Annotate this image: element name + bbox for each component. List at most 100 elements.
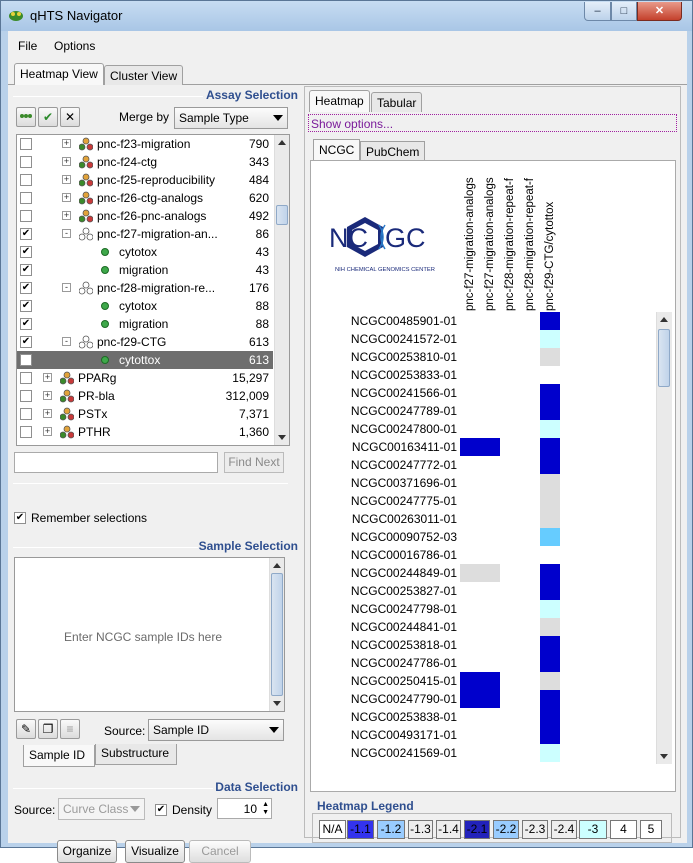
minimize-button[interactable]: ‒ — [584, 2, 611, 21]
tree-row[interactable]: ✔ - pnc-f27-migration-an... 86 — [17, 225, 273, 243]
menu-options[interactable]: Options — [54, 39, 95, 53]
title-bar[interactable]: qHTS Navigator ‒ □ ✕ — [1, 1, 692, 31]
heatmap-cell[interactable] — [460, 438, 480, 456]
tab-heatmap[interactable]: Heatmap — [309, 90, 370, 112]
heatmap-cell[interactable] — [540, 330, 560, 348]
tree-checkbox[interactable] — [20, 156, 32, 168]
close-button[interactable]: ✕ — [637, 2, 682, 21]
tree-checkbox[interactable] — [20, 138, 32, 150]
heatmap-cell[interactable] — [540, 726, 560, 744]
scroll-up-icon[interactable] — [660, 317, 668, 322]
tree-checkbox[interactable] — [20, 408, 32, 420]
collapse-icon[interactable]: - — [62, 283, 71, 292]
clear-list-button[interactable]: ≡ — [60, 719, 80, 739]
assay-tree-scrollbar[interactable] — [274, 135, 289, 445]
heatmap-cell[interactable] — [480, 672, 500, 690]
spin-up-icon[interactable]: ▲ — [262, 801, 269, 808]
heatmap-cell[interactable] — [480, 690, 500, 708]
scroll-down-icon[interactable] — [278, 435, 286, 440]
heatmap-cell[interactable] — [540, 510, 560, 528]
expand-icon[interactable]: + — [43, 391, 52, 400]
tree-row[interactable]: ✔ migration 88 — [17, 315, 273, 333]
tree-checkbox[interactable]: ✔ — [20, 354, 32, 366]
density-checkbox[interactable]: ✔ — [155, 804, 167, 816]
tree-row[interactable]: ✔ - pnc-f28-migration-re... 176 — [17, 279, 273, 297]
heatmap-cell[interactable] — [540, 744, 560, 762]
density-spinner[interactable]: 10 ▲ ▼ — [217, 798, 272, 819]
tree-row[interactable]: + pnc-f26-pnc-analogs 492 — [17, 207, 273, 225]
tree-checkbox[interactable]: ✔ — [20, 300, 32, 312]
tree-row[interactable]: + PPARg 15,297 — [17, 369, 273, 387]
scroll-up-icon[interactable] — [273, 563, 281, 568]
maximize-button[interactable]: □ — [611, 2, 637, 21]
clear-all-button[interactable]: ✕ — [60, 107, 80, 127]
remember-selections-checkbox[interactable]: ✔ — [14, 512, 26, 524]
tree-row[interactable]: + pnc-f23-migration 790 — [17, 135, 273, 153]
show-options-link[interactable]: Show options... — [308, 114, 677, 132]
tree-row[interactable]: + PR-bla 312,009 — [17, 387, 273, 405]
tab-ncgc[interactable]: NCGC — [313, 139, 361, 161]
collapse-icon[interactable]: - — [62, 229, 71, 238]
tree-checkbox[interactable]: ✔ — [20, 318, 32, 330]
heatmap-cell[interactable] — [460, 690, 480, 708]
tree-row[interactable]: + pnc-f26-ctg-analogs 620 — [17, 189, 273, 207]
tree-checkbox[interactable] — [20, 426, 32, 438]
edit-button[interactable]: ✎ — [16, 719, 36, 739]
tree-checkbox[interactable] — [20, 192, 32, 204]
cancel-button[interactable]: Cancel — [189, 840, 251, 863]
expand-icon[interactable]: + — [62, 139, 71, 148]
tree-row[interactable]: ✔ cytotox 43 — [17, 243, 273, 261]
scroll-thumb[interactable] — [658, 329, 670, 387]
tree-row[interactable]: + pnc-f25-reproducibility 484 — [17, 171, 273, 189]
heatmap-cell[interactable] — [540, 654, 560, 672]
find-input[interactable] — [14, 452, 218, 473]
tree-checkbox[interactable]: ✔ — [20, 336, 32, 348]
heatmap-cell[interactable] — [540, 420, 560, 438]
spin-down-icon[interactable]: ▼ — [262, 809, 269, 816]
heatmap-cell[interactable] — [540, 528, 560, 546]
menu-file[interactable]: File — [18, 39, 37, 53]
merge-by-select[interactable]: Sample Type — [174, 107, 288, 129]
organize-button[interactable]: Organize — [57, 840, 117, 863]
heatmap-scrollbar[interactable] — [656, 312, 672, 764]
heatmap-cell[interactable] — [540, 708, 560, 726]
heatmap-cell[interactable] — [540, 474, 560, 492]
sample-source-select[interactable]: Sample ID — [148, 719, 284, 741]
tree-checkbox[interactable] — [20, 174, 32, 186]
heatmap-cell[interactable] — [540, 582, 560, 600]
tree-row[interactable]: + PTHR 1,360 — [17, 423, 273, 441]
tree-row[interactable]: ✔ cytottox 613 — [17, 351, 273, 369]
heatmap-cell[interactable] — [540, 636, 560, 654]
tree-checkbox[interactable] — [20, 372, 32, 384]
heatmap-cell[interactable] — [540, 672, 560, 690]
visualize-button[interactable]: Visualize — [125, 840, 185, 863]
check-all-button[interactable]: ✔ — [38, 107, 58, 127]
tree-checkbox[interactable] — [20, 210, 32, 222]
tree-checkbox[interactable]: ✔ — [20, 264, 32, 276]
tree-row[interactable]: + PSTx 7,371 — [17, 405, 273, 423]
sample-id-textarea[interactable]: Enter NCGC sample IDs here — [14, 557, 285, 712]
scroll-thumb[interactable] — [276, 205, 288, 225]
expand-icon[interactable]: + — [62, 157, 71, 166]
expand-icon[interactable]: + — [43, 373, 52, 382]
tree-row[interactable]: + pnc-f24-ctg 343 — [17, 153, 273, 171]
tree-checkbox[interactable]: ✔ — [20, 282, 32, 294]
expand-icon[interactable]: + — [62, 175, 71, 184]
heatmap-cell[interactable] — [540, 690, 560, 708]
heatmap-cell[interactable] — [460, 564, 480, 582]
heatmap-cell[interactable] — [540, 348, 560, 366]
heatmap-cell[interactable] — [540, 564, 560, 582]
scroll-down-icon[interactable] — [660, 754, 668, 759]
tree-checkbox[interactable]: ✔ — [20, 228, 32, 240]
tab-tabular[interactable]: Tabular — [371, 92, 423, 112]
data-source-select[interactable]: Curve Class — [58, 798, 145, 820]
heatmap-cell[interactable] — [460, 672, 480, 690]
scroll-thumb[interactable] — [271, 573, 283, 696]
tab-cluster-view[interactable]: Cluster View — [104, 65, 184, 85]
heatmap-cell[interactable] — [540, 438, 560, 456]
tree-row[interactable]: ✔ migration 43 — [17, 261, 273, 279]
scroll-down-icon[interactable] — [273, 701, 281, 706]
expand-tree-button[interactable] — [16, 107, 36, 127]
expand-icon[interactable]: + — [62, 193, 71, 202]
expand-icon[interactable]: + — [43, 409, 52, 418]
